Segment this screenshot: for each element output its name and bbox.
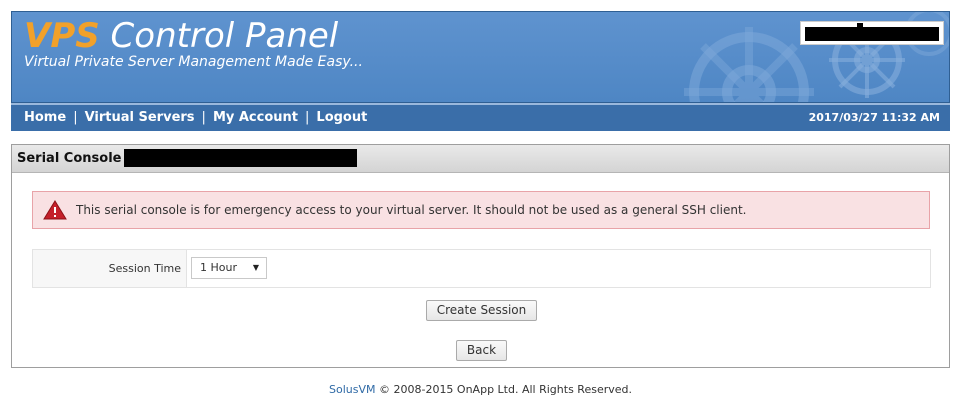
- session-time-row: Session Time 1 Hour ▼: [32, 249, 931, 288]
- header-banner: VPS Control Panel Virtual Private Server…: [11, 11, 950, 103]
- nav-virtual-servers-link[interactable]: Virtual Servers: [85, 110, 195, 125]
- nav-separator: |: [305, 110, 310, 125]
- serial-console-panel: Serial Console This serial console is fo…: [11, 144, 950, 368]
- session-time-select[interactable]: 1 Hour ▼: [191, 257, 267, 279]
- footer: SolusVM © 2008-2015 OnApp Ltd. All Right…: [0, 383, 961, 399]
- warning-triangle-icon: [43, 200, 67, 220]
- redacted-user-info: [800, 21, 944, 45]
- logo-main-text: Control Panel: [99, 16, 339, 56]
- nav-logout-link[interactable]: Logout: [316, 110, 367, 125]
- create-session-button[interactable]: Create Session: [426, 300, 537, 321]
- session-time-label: Session Time: [108, 262, 181, 275]
- main-nav: Home | Virtual Servers | My Account | Logout 2…: [11, 103, 950, 131]
- copyright-text: © 2008-2015 OnApp Ltd. All Rights Reserv…: [375, 383, 632, 396]
- warning-alert: This serial console is for emergency acc…: [32, 191, 930, 229]
- nav-separator: |: [201, 110, 206, 125]
- logo-accent-text: VPS: [24, 16, 100, 56]
- redacted-server-name: [124, 149, 357, 167]
- session-time-value: 1 Hour: [200, 261, 237, 274]
- panel-title: Serial Console: [17, 151, 122, 166]
- back-button[interactable]: Back: [456, 340, 507, 361]
- session-time-label-cell: Session Time: [33, 250, 187, 287]
- solusvm-link[interactable]: SolusVM: [329, 383, 376, 396]
- current-datetime: 2017/03/27 11:32 AM: [808, 111, 940, 124]
- nav-links: Home | Virtual Servers | My Account | Logout: [24, 105, 367, 131]
- alert-message: This serial console is for emergency acc…: [76, 203, 747, 217]
- nav-home-link[interactable]: Home: [24, 110, 66, 125]
- nav-separator: |: [73, 110, 78, 125]
- chevron-down-icon: ▼: [252, 263, 259, 272]
- panel-header: Serial Console: [12, 145, 949, 173]
- tagline: Virtual Private Server Management Made E…: [24, 54, 363, 70]
- nav-my-account-link[interactable]: My Account: [213, 110, 298, 125]
- logo: VPS Control Panel: [24, 14, 338, 58]
